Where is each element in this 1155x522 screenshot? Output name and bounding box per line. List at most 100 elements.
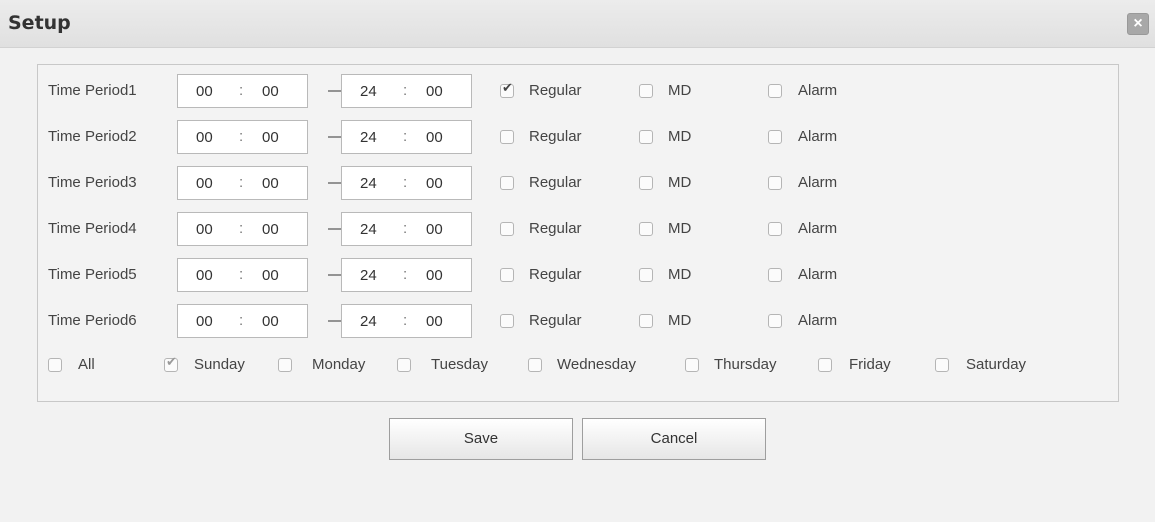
dialog-title: Setup (8, 12, 71, 34)
time-period-label: Time Period5 (48, 266, 137, 283)
regular-checkbox[interactable] (500, 176, 514, 190)
start-hour[interactable]: 00 (196, 267, 213, 284)
end-hour[interactable]: 24 (360, 221, 377, 238)
end-minute[interactable]: 00 (426, 129, 443, 146)
alarm-checkbox[interactable] (768, 130, 782, 144)
start-minute[interactable]: 00 (262, 313, 279, 330)
cancel-button[interactable]: Cancel (582, 418, 766, 460)
regular-label: Regular (529, 312, 582, 329)
time-separator: : (403, 220, 408, 237)
end-hour[interactable]: 24 (360, 267, 377, 284)
time-period-label: Time Period6 (48, 312, 137, 329)
day-wednesday-label: Wednesday (557, 356, 636, 373)
end-minute[interactable]: 00 (426, 83, 443, 100)
time-separator: : (239, 128, 244, 145)
alarm-checkbox[interactable] (768, 84, 782, 98)
end-hour[interactable]: 24 (360, 83, 377, 100)
alarm-checkbox[interactable] (768, 268, 782, 282)
end-minute[interactable]: 00 (426, 267, 443, 284)
regular-checkbox[interactable] (500, 130, 514, 144)
start-minute[interactable]: 00 (262, 221, 279, 238)
time-separator: : (403, 312, 408, 329)
regular-checkbox[interactable] (500, 222, 514, 236)
time-period-row: Time Period5 00 : 00 — 24 : 00 Regular M… (48, 258, 1108, 292)
regular-label: Regular (529, 220, 582, 237)
md-checkbox[interactable] (639, 176, 653, 190)
weekday-row: All ✔ Sunday Monday Tuesday Wednesday Thursday… (48, 350, 1108, 380)
day-saturday-checkbox[interactable] (935, 358, 949, 372)
day-friday-checkbox[interactable] (818, 358, 832, 372)
md-checkbox[interactable] (639, 84, 653, 98)
day-all-label: All (78, 356, 95, 373)
time-separator: : (239, 312, 244, 329)
start-hour[interactable]: 00 (196, 129, 213, 146)
day-thursday-checkbox[interactable] (685, 358, 699, 372)
start-minute[interactable]: 00 (262, 267, 279, 284)
end-time-input[interactable]: 24 : 00 (341, 166, 472, 200)
time-period-label: Time Period2 (48, 128, 137, 145)
end-time-input[interactable]: 24 : 00 (341, 304, 472, 338)
close-button[interactable]: × (1127, 13, 1149, 35)
start-minute[interactable]: 00 (262, 175, 279, 192)
check-icon: ✔ (502, 81, 513, 96)
md-label: MD (668, 312, 692, 329)
start-time-input[interactable]: 00 : 00 (177, 166, 308, 200)
regular-checkbox[interactable] (500, 314, 514, 328)
end-time-input[interactable]: 24 : 00 (341, 258, 472, 292)
time-separator: : (239, 174, 244, 191)
start-hour[interactable]: 00 (196, 313, 213, 330)
end-minute[interactable]: 00 (426, 313, 443, 330)
start-time-input[interactable]: 00 : 00 (177, 212, 308, 246)
save-button[interactable]: Save (389, 418, 573, 460)
alarm-checkbox[interactable] (768, 176, 782, 190)
start-minute[interactable]: 00 (262, 129, 279, 146)
day-tuesday-checkbox[interactable] (397, 358, 411, 372)
alarm-label: Alarm (798, 128, 838, 145)
start-hour[interactable]: 00 (196, 221, 213, 238)
end-time-input[interactable]: 24 : 00 (341, 120, 472, 154)
end-hour[interactable]: 24 (360, 313, 377, 330)
close-icon: × (1133, 15, 1143, 32)
md-checkbox[interactable] (639, 222, 653, 236)
day-wednesday-checkbox[interactable] (528, 358, 542, 372)
alarm-label: Alarm (798, 82, 838, 99)
day-monday-checkbox[interactable] (278, 358, 292, 372)
day-saturday-label: Saturday (966, 356, 1027, 373)
time-separator: : (403, 128, 408, 145)
time-separator: : (403, 174, 408, 191)
end-hour[interactable]: 24 (360, 175, 377, 192)
start-hour[interactable]: 00 (196, 175, 213, 192)
time-period-label: Time Period1 (48, 82, 137, 99)
start-time-input[interactable]: 00 : 00 (177, 304, 308, 338)
md-checkbox[interactable] (639, 130, 653, 144)
alarm-checkbox[interactable] (768, 314, 782, 328)
regular-checkbox[interactable]: ✔ (500, 81, 514, 98)
regular-label: Regular (529, 266, 582, 283)
schedule-panel: Time Period1 00 : 00 — 24 : 00 ✔ Regular… (37, 64, 1119, 402)
title-bar: Setup × (0, 0, 1155, 48)
end-time-input[interactable]: 24 : 00 (341, 212, 472, 246)
time-period-row: Time Period1 00 : 00 — 24 : 00 ✔ Regular… (48, 74, 1108, 108)
setup-dialog: Setup × Time Period1 00 : 00 — 24 : 00 ✔… (0, 0, 1155, 522)
md-checkbox[interactable] (639, 268, 653, 282)
alarm-label: Alarm (798, 266, 838, 283)
end-hour[interactable]: 24 (360, 129, 377, 146)
day-all-checkbox[interactable] (48, 358, 62, 372)
start-hour[interactable]: 00 (196, 83, 213, 100)
md-checkbox[interactable] (639, 314, 653, 328)
time-period-label: Time Period3 (48, 174, 137, 191)
day-sunday-checkbox[interactable]: ✔ (164, 355, 178, 372)
md-label: MD (668, 128, 692, 145)
regular-checkbox[interactable] (500, 268, 514, 282)
start-time-input[interactable]: 00 : 00 (177, 258, 308, 292)
start-time-input[interactable]: 00 : 00 (177, 120, 308, 154)
start-time-input[interactable]: 00 : 00 (177, 74, 308, 108)
end-minute[interactable]: 00 (426, 221, 443, 238)
end-time-input[interactable]: 24 : 00 (341, 74, 472, 108)
md-label: MD (668, 220, 692, 237)
alarm-label: Alarm (798, 220, 838, 237)
start-minute[interactable]: 00 (262, 83, 279, 100)
end-minute[interactable]: 00 (426, 175, 443, 192)
alarm-label: Alarm (798, 312, 838, 329)
alarm-checkbox[interactable] (768, 222, 782, 236)
